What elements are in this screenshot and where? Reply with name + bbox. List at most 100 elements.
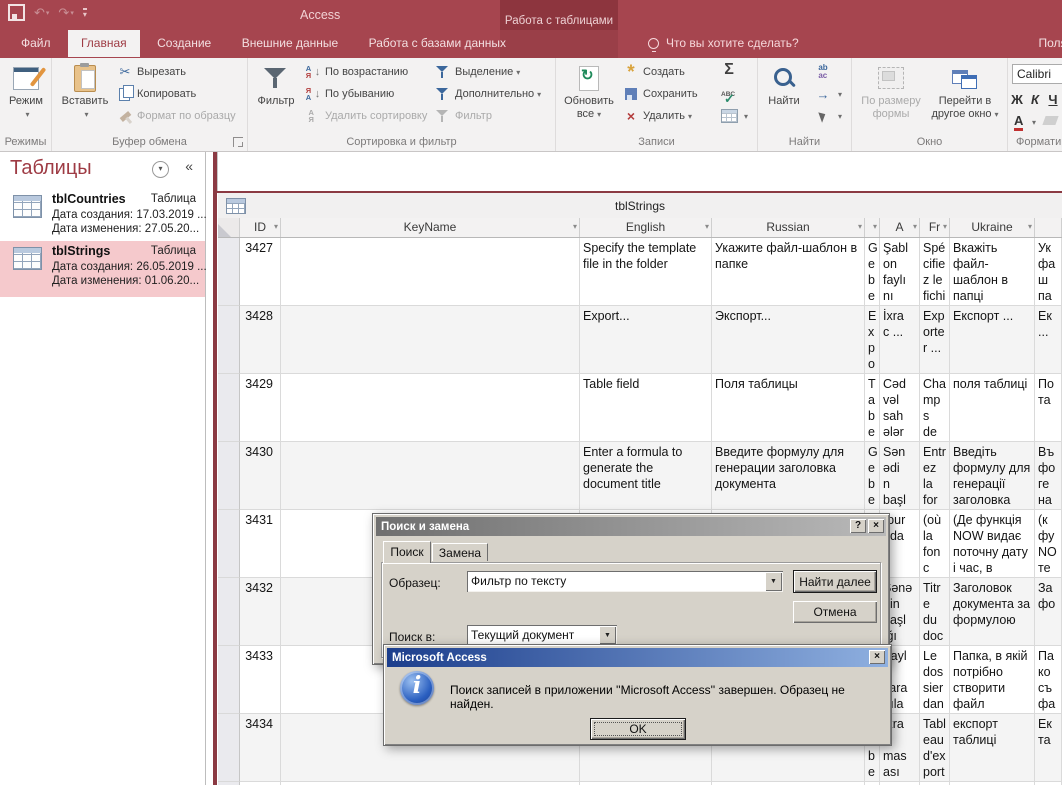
column-header-bg[interactable] xyxy=(1035,218,1062,237)
grid-cell-id[interactable]: 3432 xyxy=(240,578,281,646)
undo-icon[interactable]: ↶ xyxy=(34,6,49,20)
bold-button[interactable]: Ж xyxy=(1010,92,1024,107)
grid-cell-keyname[interactable] xyxy=(281,306,580,374)
select-button[interactable] xyxy=(814,106,842,126)
row-selector[interactable] xyxy=(218,442,240,510)
row-selector[interactable] xyxy=(218,238,240,306)
combo-dropdown-icon[interactable] xyxy=(765,572,782,591)
delete-record-button[interactable]: × Удалить xyxy=(622,106,692,126)
totals-button[interactable]: Σ xyxy=(720,60,741,80)
column-header-az[interactable]: A xyxy=(880,218,920,237)
grid-cell-english[interactable]: Export... xyxy=(580,306,712,374)
grid-cell-de[interactable]: G e b e n xyxy=(865,238,880,306)
sort-ascending-button[interactable]: АЯ↓ По возрастанию xyxy=(304,62,408,82)
grid-cell-fr[interactable]: Cha mps de tabl xyxy=(920,374,950,442)
grid-cell-bg[interactable]: Въ фо ге на xyxy=(1035,442,1062,510)
grid-cell-bg[interactable]: (к фу NO те xyxy=(1035,510,1062,578)
find-dialog-titlebar[interactable]: Поиск и замена xyxy=(376,517,886,536)
selection-button[interactable]: Выделение xyxy=(434,62,520,82)
switch-windows-button[interactable]: Перейти в другое окно xyxy=(928,58,1002,121)
grid-cell-bg[interactable]: Ук фа ш па xyxy=(1035,238,1062,306)
column-header-sel[interactable] xyxy=(218,218,240,237)
row-selector[interactable] xyxy=(218,578,240,646)
view-button[interactable]: Режим xyxy=(2,58,50,121)
grid-cell-az[interactable]: Cəd vəl sah ələr xyxy=(880,374,920,442)
combo-dropdown-icon[interactable] xyxy=(599,626,616,644)
column-header-fr[interactable]: Fr xyxy=(920,218,950,237)
grid-cell-id[interactable]: 3429 xyxy=(240,374,281,442)
cut-button[interactable]: ✂ Вырезать xyxy=(116,62,186,82)
tell-me-box[interactable]: Что вы хотите сделать? xyxy=(648,36,799,50)
save-icon[interactable] xyxy=(8,4,25,21)
tab-file[interactable]: Файл xyxy=(8,30,64,57)
grid-cell-russian[interactable]: Введите формулу для генерации заголовка … xyxy=(712,442,865,510)
tab-home[interactable]: Главная xyxy=(68,30,140,57)
new-record-button[interactable]: * Создать xyxy=(622,62,685,82)
column-header-english[interactable]: English xyxy=(580,218,712,237)
grid-cell-fr[interactable]: Le dos sier dan xyxy=(920,646,950,714)
grid-cell-de[interactable]: Ta b el le xyxy=(865,374,880,442)
tab-fields[interactable]: Поля xyxy=(1026,30,1062,57)
shutter-bar-close-icon[interactable] xyxy=(185,158,193,174)
column-header-uk[interactable]: Ukraine xyxy=(950,218,1035,237)
paste-button[interactable]: Вставить xyxy=(58,58,112,121)
grid-cell-id[interactable]: 3433 xyxy=(240,646,281,714)
tab-find[interactable]: Поиск xyxy=(383,541,431,563)
redo-icon[interactable]: ↷ xyxy=(58,6,73,20)
grid-cell-uk[interactable]: Експорт ... xyxy=(950,306,1035,374)
grid-cell-uk[interactable]: Вкажіть файл-шаблон в папці xyxy=(950,238,1035,306)
column-header-keyname[interactable]: KeyName xyxy=(281,218,580,237)
grid-cell-id[interactable]: 3428 xyxy=(240,306,281,374)
column-header-russian[interactable]: Russian xyxy=(712,218,865,237)
grid-cell-english[interactable]: Specify the template file in the folder xyxy=(580,238,712,306)
grid-cell-uk[interactable]: Заголовок документа за формулою xyxy=(950,578,1035,646)
grid-cell-keyname[interactable] xyxy=(281,238,580,306)
grid-cell-russian[interactable]: Экспорт... xyxy=(712,306,865,374)
grid-cell-bg[interactable]: За фо xyxy=(1035,578,1062,646)
grid-cell-de[interactable]: G e b e xyxy=(865,442,880,510)
grid-cell-fr[interactable]: Exp orte r ... xyxy=(920,306,950,374)
grid-cell-de[interactable]: Ex p or ti xyxy=(865,306,880,374)
goto-button[interactable]: → xyxy=(814,84,842,104)
refresh-all-button[interactable]: Обновить все xyxy=(560,58,618,121)
sample-combobox[interactable]: Фильтр по тексту xyxy=(467,571,783,592)
nav-pane-title[interactable]: Таблицы xyxy=(10,157,92,180)
row-selector[interactable] xyxy=(218,646,240,714)
replace-button[interactable]: abac xyxy=(814,62,835,82)
spelling-button[interactable]: ABC xyxy=(720,84,741,104)
ok-button[interactable]: OK xyxy=(590,718,686,740)
grid-cell-az[interactable]: İxra c ... xyxy=(880,306,920,374)
dialog-launcher-icon[interactable] xyxy=(233,137,243,147)
close-icon[interactable]: × xyxy=(868,519,884,533)
grid-cell-uk[interactable]: (Де функція NOW видає поточну дату і час… xyxy=(950,510,1035,578)
row-selector[interactable] xyxy=(218,306,240,374)
grid-cell-fr[interactable]: Entr ez la for xyxy=(920,442,950,510)
row-selector[interactable] xyxy=(218,714,240,782)
find-next-button[interactable]: Найти далее xyxy=(793,570,877,593)
nav-pane-menu-button[interactable] xyxy=(152,161,169,178)
tab-create[interactable]: Создание xyxy=(144,30,224,57)
font-color-button[interactable]: А xyxy=(1014,114,1023,131)
grid-cell-uk[interactable]: Введіть формулу для генерації заголовка xyxy=(950,442,1035,510)
grid-cell-id[interactable]: 3431 xyxy=(240,510,281,578)
grid-cell-uk[interactable]: експорт таблиці xyxy=(950,714,1035,782)
customize-qat-icon[interactable]: ▾ xyxy=(83,8,87,18)
grid-cell-bg[interactable]: Па ко съ фа xyxy=(1035,646,1062,714)
tab-external-data[interactable]: Внешние данные xyxy=(229,30,352,57)
grid-cell-fr[interactable]: (où la fonc tion xyxy=(920,510,950,578)
grid-cell-bg[interactable]: Ек ... xyxy=(1035,306,1062,374)
cancel-button[interactable]: Отмена xyxy=(793,601,877,623)
tab-db-tools[interactable]: Работа с базами данных xyxy=(356,30,519,57)
find-button[interactable]: Найти xyxy=(762,58,806,108)
underline-button[interactable]: Ч xyxy=(1046,92,1060,107)
save-record-button[interactable]: Сохранить xyxy=(622,84,698,104)
grid-cell-russian[interactable]: Укажите файл-шаблон в папке xyxy=(712,238,865,306)
nav-item-tblstrings[interactable]: tblStrings Таблица Дата создания: 26.05.… xyxy=(0,241,205,297)
grid-cell-id[interactable]: 3427 xyxy=(240,238,281,306)
row-selector[interactable] xyxy=(218,374,240,442)
search-in-combobox[interactable]: Текущий документ xyxy=(467,625,617,645)
grid-cell-id[interactable]: 3430 xyxy=(240,442,281,510)
grid-cell-keyname[interactable] xyxy=(281,442,580,510)
grid-cell-uk[interactable]: поля таблиці xyxy=(950,374,1035,442)
font-color-dropdown-icon[interactable]: ▾ xyxy=(1032,118,1036,127)
